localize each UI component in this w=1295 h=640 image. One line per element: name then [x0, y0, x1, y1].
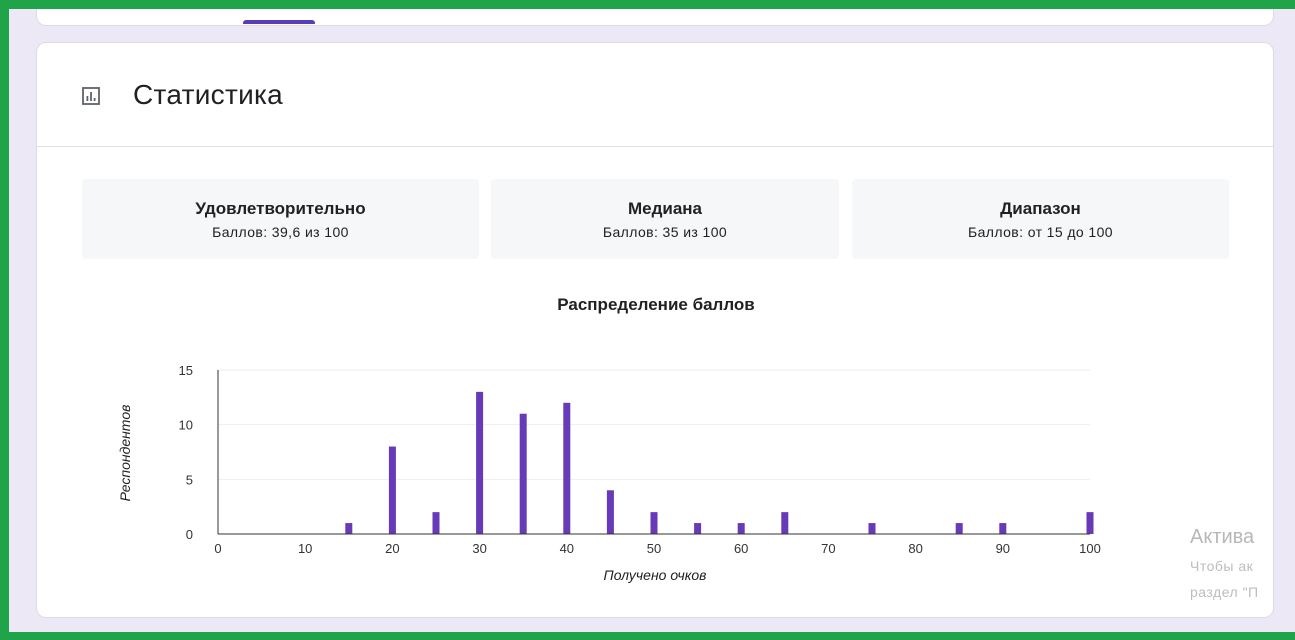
bar-75 [868, 523, 876, 534]
x-tick-label: 100 [1079, 541, 1101, 556]
x-tick-label: 60 [734, 541, 748, 556]
previous-section-card [36, 0, 1274, 26]
active-tab-indicator [243, 20, 315, 24]
y-tick-label: 10 [179, 418, 193, 433]
bar-25 [432, 512, 440, 534]
chart-bars [345, 391, 1094, 534]
bar-20 [388, 446, 396, 534]
y-tick-label: 5 [186, 472, 193, 487]
x-tick-label: 90 [996, 541, 1010, 556]
x-tick-label: 80 [908, 541, 922, 556]
y-axis-label: Респондентов [117, 405, 133, 502]
windows-activation-line-1: Чтобы ак [1190, 558, 1254, 574]
bar-45 [606, 490, 614, 534]
bar-40 [563, 402, 571, 534]
chart-axes [217, 370, 1090, 535]
bar-65 [781, 512, 789, 534]
x-tick-label: 50 [647, 541, 661, 556]
bar-30 [476, 391, 484, 534]
bar-15 [345, 523, 353, 534]
x-tick-label: 10 [298, 541, 312, 556]
y-tick-label: 0 [186, 527, 193, 542]
x-tick-label: 20 [385, 541, 399, 556]
x-axis-label: Получено очков [604, 567, 707, 583]
x-tick-label: 30 [472, 541, 486, 556]
bar-60 [737, 523, 745, 534]
y-tick-label: 15 [179, 363, 193, 378]
x-tick-label: 0 [214, 541, 221, 556]
windows-activation-title: Актива [1190, 526, 1255, 548]
bar-55 [694, 523, 702, 534]
score-distribution-chart: 0 10 20 30 40 50 60 70 80 90 100 0 5 10 15 Получено оч… [117, 363, 1101, 583]
statistics-card: Статистика Удовлетворительно Баллов: 39,… [36, 42, 1274, 618]
bar-50 [650, 512, 658, 534]
chart-gridlines [218, 369, 1090, 480]
x-tick-label: 70 [821, 541, 835, 556]
bar-90 [999, 523, 1007, 534]
bar-100 [1086, 512, 1094, 534]
bar-85 [955, 523, 963, 534]
windows-activation-line-2: раздел "П [1190, 584, 1259, 600]
bar-35 [519, 413, 527, 534]
x-tick-label: 40 [560, 541, 574, 556]
